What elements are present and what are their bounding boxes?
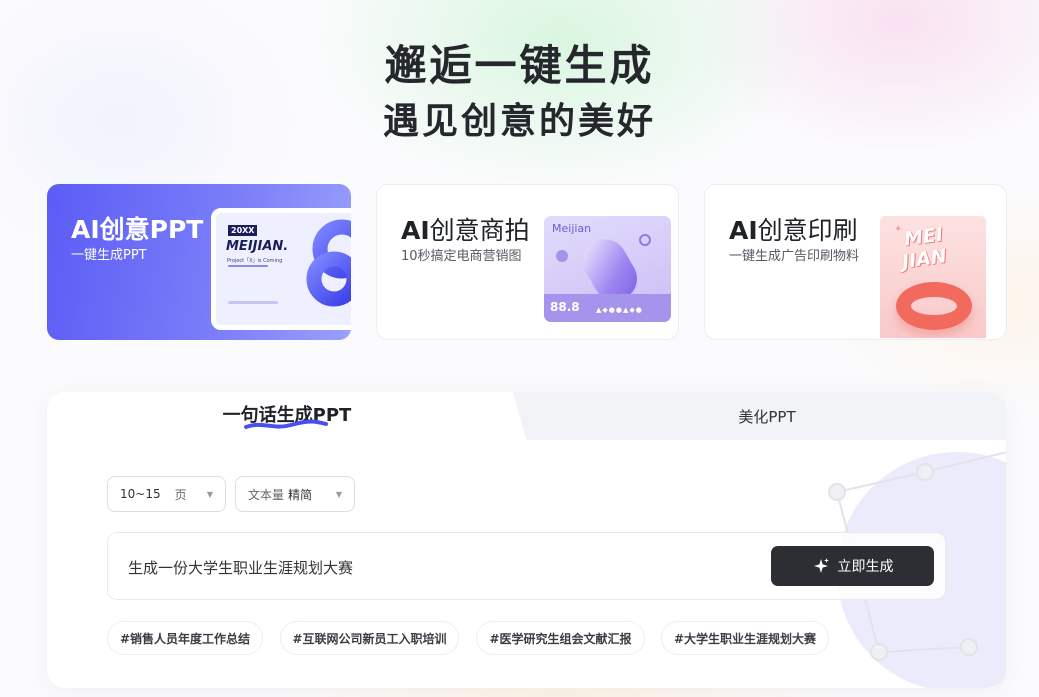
feature-card-ai-product-photo[interactable]: AI创意商拍 10秒搞定电商营销图 Meijian 88.8 ▲◆●●▲◆● [376,184,679,340]
preview-line [228,265,268,267]
knot-3d-icon [306,219,351,307]
suggestion-chip[interactable]: #医学研究生组会文献汇报 [476,621,645,655]
suggestion-chip[interactable]: #大学生职业生涯规划大赛 [661,621,829,655]
preview-brand: Meijian [552,222,592,235]
chevron-down-icon: ▼ [206,490,213,499]
sparkle-icon [813,558,829,573]
text-amount-value: 精简 [288,487,313,502]
pages-value: 10~15 [120,487,161,501]
ring-icon [639,234,651,246]
sparkle-icon: ✦ [894,224,903,235]
generate-panel: 一句话生成PPT 美化PPT 10~15 页 ▼ 文本量 精简 ▼ 生成一份大学… [47,392,1006,688]
card-title: AI创意印刷 [729,216,858,245]
preview-caption: Project「X」is Coming [227,258,283,264]
tab-label: 美化PPT [738,407,796,426]
product-photo-preview: Meijian 88.8 ▲◆●●▲◆● [541,213,674,325]
pages-unit: 页 [174,487,187,502]
preview-price: 88.8 [550,300,580,314]
chevron-down-icon: ▼ [335,490,342,499]
tab-beautify-ppt[interactable]: 美化PPT [667,394,867,438]
suggestion-chip[interactable]: #销售人员年度工作总结 [107,621,263,655]
preview-brand-line-2: JIAN [900,244,949,274]
preview-year-label: 20XX [228,225,258,236]
torus-3d-icon [896,282,972,330]
pages-select[interactable]: 10~15 页 ▼ [107,476,226,512]
prompt-box: 立即生成 [107,532,946,600]
text-amount-label: 文本量 [248,487,285,502]
card-subtitle: 10秒搞定电商营销图 [401,249,522,264]
feature-card-ai-ppt[interactable]: AI创意PPT 一键生成PPT 20XX MEIJIAN. Project「X」… [47,184,351,340]
ppt-preview-image: 20XX MEIJIAN. Project「X」is Coming [211,208,351,330]
suggestion-chip[interactable]: #互联网公司新员工入职培训 [280,621,459,655]
generate-button-label: 立即生成 [837,559,894,575]
card-subtitle: 一键生成PPT [71,248,147,263]
preview-brand: MEIJIAN. [226,239,289,254]
preview-progress [228,301,278,304]
card-subtitle: 一键生成广告印刷物料 [729,249,860,264]
print-preview: MEI JIAN ✦ [877,213,989,339]
dot-icon [556,250,568,262]
card-title: AI创意商拍 [401,216,530,245]
generate-button[interactable]: 立即生成 [771,546,934,586]
prompt-input[interactable] [128,555,748,579]
text-amount-select[interactable]: 文本量 精简 ▼ [235,476,355,512]
card-title: AI创意PPT [71,215,204,244]
shape-row-icon: ▲◆●●▲◆● [596,306,643,314]
hero-headline: 邂逅一键生成 遇见创意的美好 [0,38,1039,146]
headline-line-1: 邂逅一键生成 [384,41,655,90]
feature-card-ai-printing[interactable]: AI创意印刷 一键生成广告印刷物料 MEI JIAN ✦ [704,184,1007,340]
active-tab-underline [244,419,328,429]
headline-line-2: 遇见创意的美好 [382,100,656,142]
